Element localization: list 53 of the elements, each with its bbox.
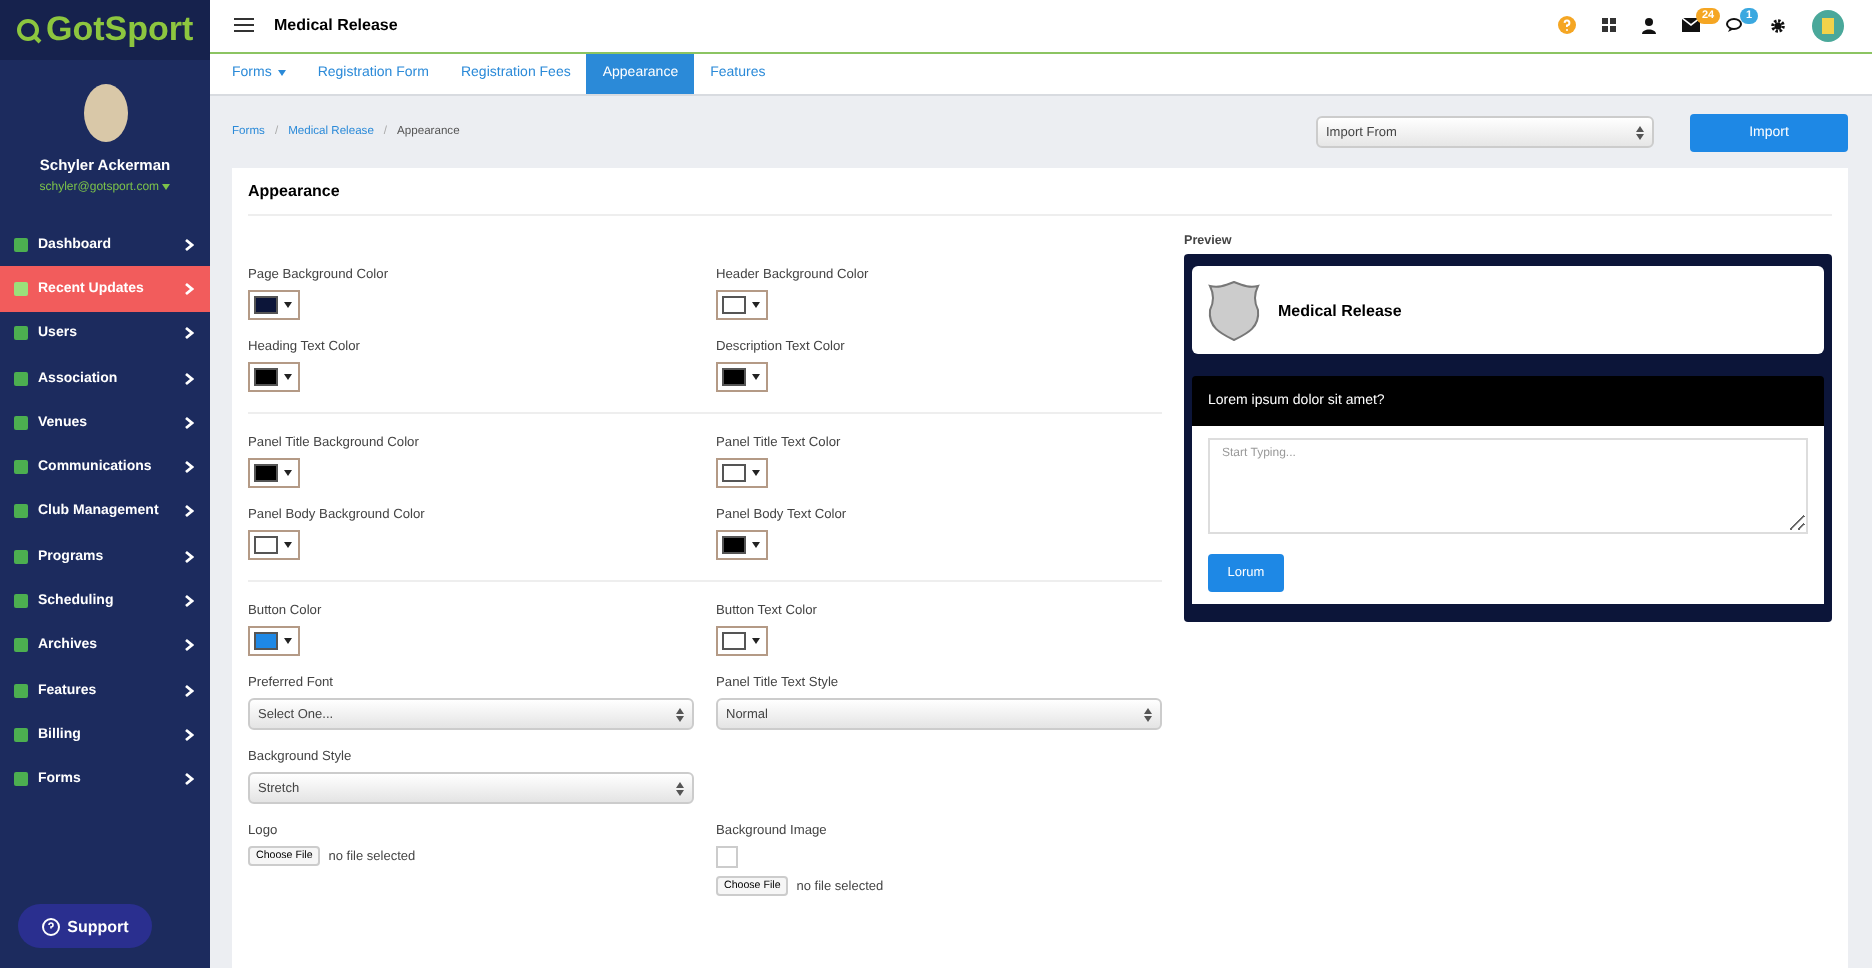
caret-icon (752, 302, 760, 308)
caret-icon (752, 374, 760, 380)
caret-icon (752, 470, 760, 476)
caret-icon (752, 638, 760, 644)
caret-icon (752, 542, 760, 548)
color-picker[interactable] (248, 458, 300, 488)
support-button[interactable]: Support (18, 904, 152, 948)
chevron-icon (184, 638, 194, 653)
color-picker[interactable] (716, 530, 768, 560)
caret-icon (284, 542, 292, 548)
caret-icon (284, 470, 292, 476)
chevron-icon (184, 727, 194, 742)
card-title: Appearance (248, 168, 1832, 216)
color-picker[interactable] (248, 290, 300, 320)
logo-icon (16, 17, 42, 43)
chevron-icon (184, 281, 194, 296)
caret-icon (284, 302, 292, 308)
shield-icon (1206, 279, 1262, 341)
color-picker[interactable] (716, 362, 768, 392)
chat-icon[interactable] (1726, 18, 1744, 33)
color-picker[interactable] (716, 626, 768, 656)
grid-icon[interactable] (1602, 18, 1616, 33)
mail-icon[interactable] (1682, 18, 1700, 33)
chevron-icon (184, 504, 194, 519)
avatar-placeholder (83, 84, 127, 142)
color-picker[interactable] (716, 290, 768, 320)
settings-icon[interactable] (1770, 17, 1786, 34)
updown-icon (1144, 707, 1152, 721)
chevron-icon (184, 237, 194, 252)
caret-icon (284, 374, 292, 380)
chevron-icon (184, 549, 194, 564)
user-icon[interactable] (1642, 17, 1656, 34)
updown-icon (1636, 125, 1644, 139)
chevron-icon (184, 683, 194, 698)
avatar-icon[interactable] (1812, 9, 1844, 42)
preview-title: Medical Release (1278, 301, 1402, 319)
chevron-icon (184, 371, 194, 386)
chevron-icon (184, 772, 194, 787)
caret-icon (162, 184, 171, 190)
page-title: Medical Release (274, 16, 400, 35)
chevron-icon (184, 460, 194, 475)
chevron-icon (184, 594, 194, 609)
color-picker[interactable] (248, 626, 300, 656)
updown-icon (676, 707, 684, 721)
chevron-icon (184, 326, 194, 341)
color-picker[interactable] (716, 458, 768, 488)
color-picker[interactable] (248, 362, 300, 392)
updown-icon (676, 781, 684, 795)
help-icon (41, 917, 60, 935)
chevron-icon (184, 415, 194, 430)
color-picker[interactable] (248, 530, 300, 560)
brand-logo: GotSport (46, 10, 194, 50)
caret-icon (284, 638, 292, 644)
